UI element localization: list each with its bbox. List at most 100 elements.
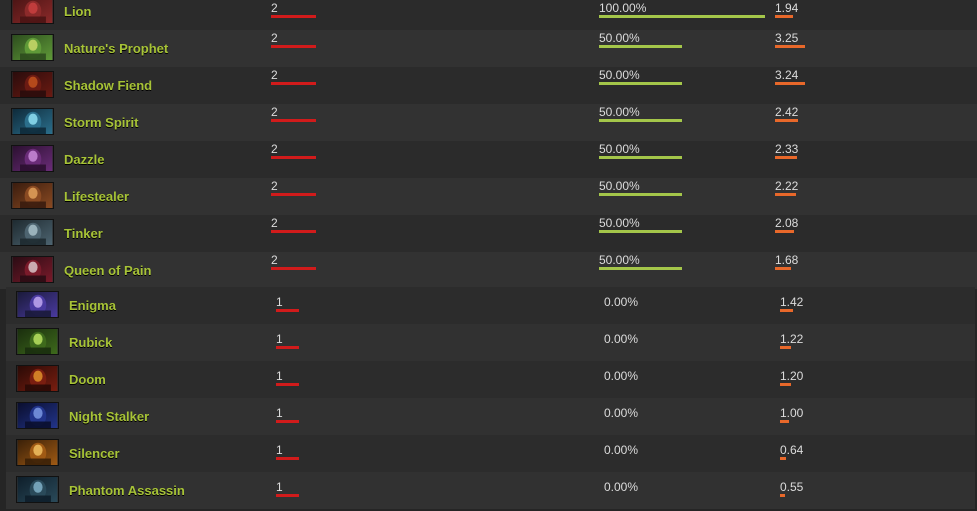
table-row[interactable]: Night Stalker 1 0.00% 1.00	[6, 398, 975, 435]
dazzle-portrait-icon	[11, 145, 54, 172]
hero-name-link[interactable]: Shadow Fiend	[64, 78, 152, 93]
matches-value: 2	[271, 31, 278, 45]
winrate-bar	[599, 45, 682, 48]
table-row[interactable]: Rubick 1 0.00% 1.22	[6, 324, 975, 361]
kda-value: 1.20	[780, 369, 804, 383]
winrate-value: 0.00%	[604, 295, 639, 309]
matches-bar	[271, 267, 316, 270]
kda-value: 0.55	[780, 480, 804, 494]
winrate-value: 50.00%	[599, 142, 640, 156]
kda-bar	[780, 383, 791, 386]
hero-name-link[interactable]: Nature's Prophet	[64, 41, 168, 56]
matches-bar	[271, 45, 316, 48]
hero-name-link[interactable]: Doom	[69, 372, 106, 387]
matches-bar	[276, 383, 299, 386]
hero-name-link[interactable]: Queen of Pain	[64, 263, 151, 278]
table-row[interactable]: Dazzle 2 50.00% 2.33	[0, 141, 977, 178]
kda-value: 1.94	[775, 1, 799, 15]
table-row[interactable]: Shadow Fiend 2 50.00% 3.24	[0, 67, 977, 104]
matches-value: 2	[271, 253, 278, 267]
matches-value: 2	[271, 179, 278, 193]
table-row[interactable]: Enigma 1 0.00% 1.42	[6, 287, 975, 324]
kda-value: 3.24	[775, 68, 799, 82]
matches-bar	[271, 119, 316, 122]
winrate-value: 0.00%	[604, 406, 639, 420]
kda-value: 2.42	[775, 105, 799, 119]
lifestealer-portrait-icon	[11, 182, 54, 209]
matches-bar	[271, 193, 316, 196]
winrate-value: 50.00%	[599, 105, 640, 119]
hero-name-link[interactable]: Dazzle	[64, 152, 104, 167]
matches-bar	[276, 346, 299, 349]
matches-value: 1	[276, 480, 283, 494]
hero-name-link[interactable]: Night Stalker	[69, 409, 149, 424]
kda-value: 1.00	[780, 406, 804, 420]
matches-value: 2	[271, 142, 278, 156]
winrate-value: 50.00%	[599, 216, 640, 230]
matches-value: 2	[271, 68, 278, 82]
kda-bar	[775, 230, 794, 233]
winrate-bar	[599, 82, 682, 85]
matches-bar	[271, 156, 316, 159]
table-row[interactable]: Storm Spirit 2 50.00% 2.42	[0, 104, 977, 141]
hero-name-link[interactable]: Phantom Assassin	[69, 483, 185, 498]
phantom-assassin-portrait-icon	[16, 476, 59, 503]
table-row[interactable]: Phantom Assassin 1 0.00% 0.55	[6, 472, 975, 509]
hero-name-link[interactable]: Enigma	[69, 298, 116, 313]
matches-value: 2	[271, 216, 278, 230]
kda-bar	[775, 82, 805, 85]
matches-value: 2	[271, 105, 278, 119]
enigma-portrait-icon	[16, 291, 59, 318]
table-row[interactable]: Nature's Prophet 2 50.00% 3.25	[0, 30, 977, 67]
kda-value: 1.68	[775, 253, 799, 267]
winrate-bar	[599, 230, 682, 233]
natures-prophet-portrait-icon	[11, 34, 54, 61]
night-stalker-portrait-icon	[16, 402, 59, 429]
hero-name-link[interactable]: Rubick	[69, 335, 112, 350]
kda-bar	[780, 346, 791, 349]
winrate-bar	[599, 193, 682, 196]
kda-value: 0.64	[780, 443, 804, 457]
hero-name-link[interactable]: Lion	[64, 4, 91, 19]
kda-value: 1.42	[780, 295, 804, 309]
winrate-value: 0.00%	[604, 369, 639, 383]
winrate-value: 50.00%	[599, 31, 640, 45]
kda-bar	[775, 267, 791, 270]
table-row[interactable]: Queen of Pain 2 50.00% 1.68	[0, 252, 977, 289]
kda-bar	[775, 119, 798, 122]
matches-bar	[271, 82, 316, 85]
table-row[interactable]: Lion 2 100.00% 1.94	[0, 0, 977, 30]
winrate-value: 100.00%	[599, 1, 647, 15]
winrate-value: 0.00%	[604, 332, 639, 346]
winrate-value: 50.00%	[599, 68, 640, 82]
tinker-portrait-icon	[11, 219, 54, 246]
kda-bar	[775, 45, 805, 48]
kda-value: 1.22	[780, 332, 804, 346]
matches-bar	[276, 494, 299, 497]
hero-name-link[interactable]: Storm Spirit	[64, 115, 138, 130]
winrate-value: 50.00%	[599, 253, 640, 267]
matches-value: 1	[276, 369, 283, 383]
queen-of-pain-portrait-icon	[11, 256, 54, 283]
winrate-bar	[599, 119, 682, 122]
matches-value: 2	[271, 1, 278, 15]
table-row[interactable]: Silencer 1 0.00% 0.64	[6, 435, 975, 472]
table-row[interactable]: Lifestealer 2 50.00% 2.22	[0, 178, 977, 215]
kda-bar	[775, 156, 797, 159]
rubick-portrait-icon	[16, 328, 59, 355]
storm-spirit-portrait-icon	[11, 108, 54, 135]
kda-bar	[780, 494, 785, 497]
matches-bar	[276, 420, 299, 423]
hero-name-link[interactable]: Lifestealer	[64, 189, 129, 204]
hero-name-link[interactable]: Tinker	[64, 226, 103, 241]
hero-name-link[interactable]: Silencer	[69, 446, 120, 461]
table-row[interactable]: Tinker 2 50.00% 2.08	[0, 215, 977, 252]
kda-bar	[780, 309, 793, 312]
kda-value: 3.25	[775, 31, 799, 45]
winrate-value: 50.00%	[599, 179, 640, 193]
winrate-value: 0.00%	[604, 443, 639, 457]
matches-value: 1	[276, 406, 283, 420]
silencer-portrait-icon	[16, 439, 59, 466]
kda-value: 2.08	[775, 216, 799, 230]
table-row[interactable]: Doom 1 0.00% 1.20	[6, 361, 975, 398]
